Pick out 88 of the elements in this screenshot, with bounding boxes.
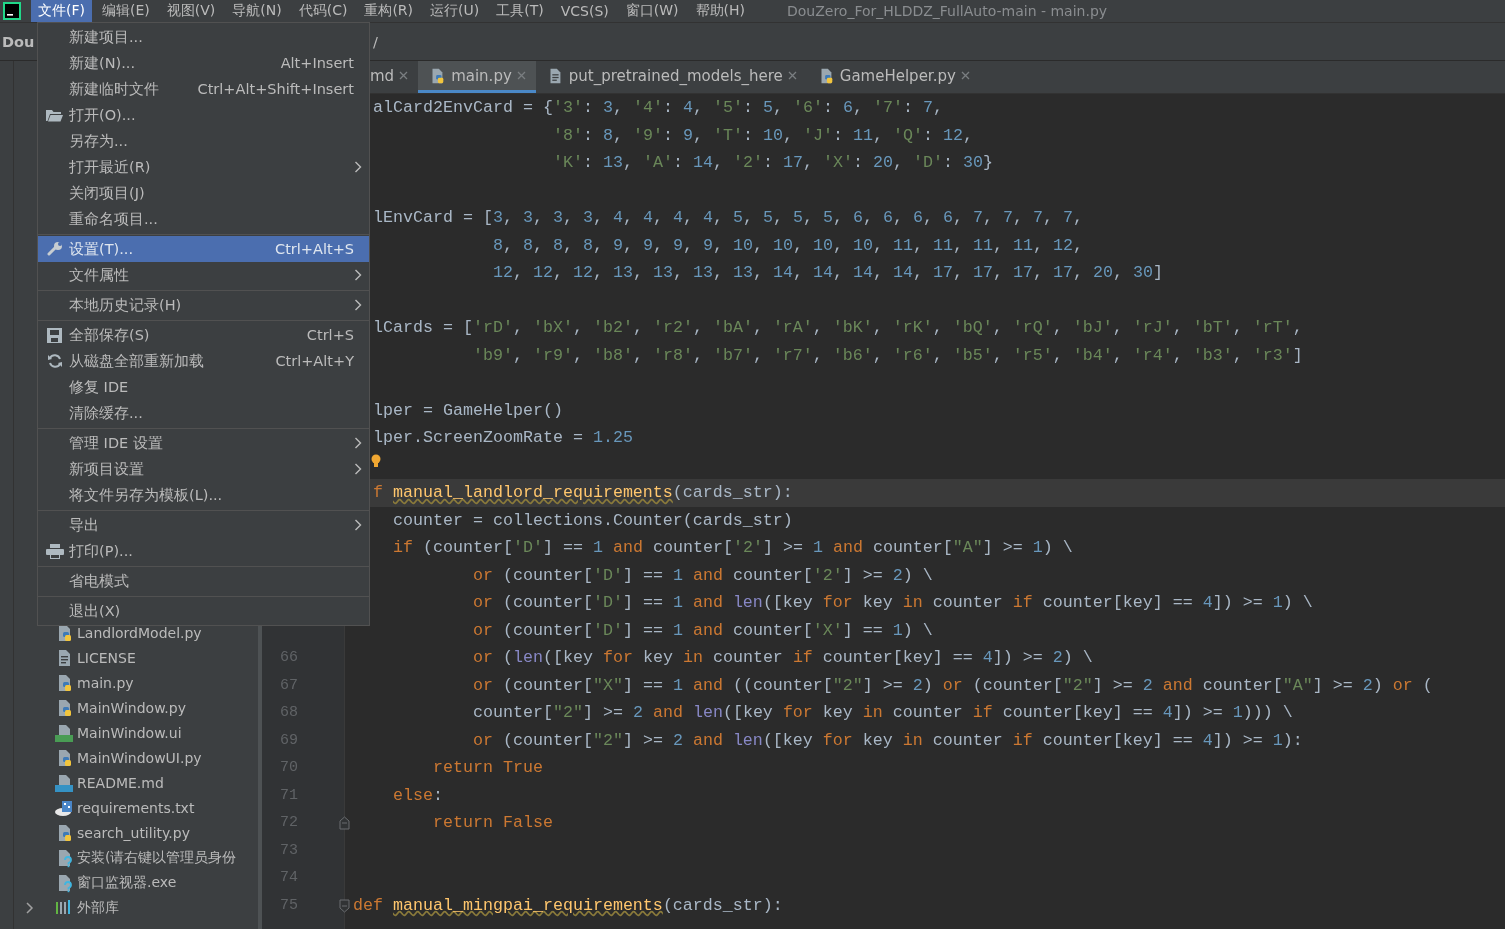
menu-bar-item[interactable]: 视图(V): [159, 0, 223, 22]
menu-bar-item[interactable]: 文件(F): [31, 0, 92, 22]
menu-item[interactable]: 另存为...: [38, 128, 369, 154]
menu-bar-item[interactable]: 代码(C): [291, 0, 355, 22]
tree-item[interactable]: 窗口监视器.exe: [14, 870, 258, 895]
code-line: lper = GameHelper(): [372, 400, 563, 420]
code-line: or (len([key for key in counter if counter[key] == 4]) >= 2) \: [471, 648, 1093, 668]
tree-item[interactable]: 外部库: [14, 895, 258, 920]
menu-item[interactable]: 打印(P)...: [38, 538, 369, 564]
close-icon[interactable]: [399, 71, 409, 80]
menu-item[interactable]: 设置(T)... Ctrl+Alt+S: [38, 236, 369, 262]
tree-item[interactable]: MainWindow.py: [14, 695, 258, 720]
menu-bar-item[interactable]: 导航(N): [225, 0, 289, 22]
code-line: else:: [391, 785, 443, 805]
menu-bar-item[interactable]: 帮助(H): [688, 0, 752, 22]
close-icon[interactable]: [960, 71, 970, 80]
code-line: return True: [431, 758, 543, 778]
code-line: lCards = ['rD', 'bX', 'b2', 'r2', 'bA', 'rA', 'bK', 'rK', 'bQ', 'rQ', 'bJ', 'rJ', 'bT', 'rT',: [372, 318, 1303, 338]
code-line: or (counter["X"] == 1 and ((counter["2"] >= 2) or (counter["2"] >= 2 and counter["A"] >= 2) or (: [471, 675, 1433, 695]
window-title: DouZero_For_HLDDZ_FullAuto-main - main.py: [787, 3, 1108, 19]
menu-bar-item[interactable]: 重构(R): [357, 0, 421, 22]
breadcrumb-item[interactable]: /: [373, 33, 378, 50]
editor-tab[interactable]: put_pretrained_models_here: [535, 61, 807, 93]
code-line: 'b9', 'r9', 'b8', 'r8', 'b7', 'r7', 'b6', 'r6', 'b5', 'r5', 'b4', 'r4', 'b3', 'r3']: [471, 345, 1303, 365]
code-line: if (counter['D'] == 1 and counter['2'] >= 1 and counter["A"] >= 1) \: [391, 538, 1073, 558]
tree-item[interactable]: LICENSE: [14, 645, 258, 670]
tree-item[interactable]: search_utility.py: [14, 820, 258, 845]
code-line: '8': 8, '9': 9, 'T': 10, 'J': 11, 'Q': 12,: [551, 125, 973, 145]
code-line: or (counter['D'] == 1 and counter['X'] == 1) \: [471, 620, 933, 640]
refresh-icon: [46, 353, 63, 369]
menu-bar-item[interactable]: 工具(T): [489, 0, 551, 22]
lightbulb-icon[interactable]: [371, 453, 381, 468]
wrench-icon: [46, 241, 63, 257]
code-line: or (counter['D'] == 1 and counter['2'] >= 2) \: [471, 565, 933, 585]
folder-icon: [46, 108, 63, 122]
app-logo-icon: [3, 2, 21, 20]
editor-tab[interactable]: GameHelper.py: [806, 61, 980, 93]
code-line: def manual_mingpai_requirements(cards_str):: [353, 895, 783, 915]
menu-item[interactable]: 从磁盘全部重新加载 Ctrl+Alt+Y: [38, 348, 369, 374]
menu-bar-item[interactable]: 窗口(W): [618, 0, 686, 22]
menu-item[interactable]: 打开(O)...: [38, 102, 369, 128]
code-line: alCard2EnvCard = {'3': 3, '4': 4, '5': 5, '6': 6, '7': 7,: [372, 98, 943, 118]
menu-item[interactable]: 修复 IDE: [38, 374, 369, 400]
menu-item[interactable]: 关闭项目(J): [38, 180, 369, 206]
tree-item[interactable]: requirements.txt: [14, 795, 258, 820]
tree-item[interactable]: 安装(请右键以管理员身份: [14, 845, 258, 870]
close-icon[interactable]: [516, 71, 526, 80]
fold-marker-icon[interactable]: [339, 816, 350, 830]
menu-bar-item[interactable]: 运行(U): [423, 0, 487, 22]
markdown-file-icon: [54, 772, 74, 793]
menu-item[interactable]: 新建项目...: [38, 24, 369, 50]
tree-item[interactable]: MainWindowUI.py: [14, 745, 258, 770]
menu-bar-item[interactable]: 编辑(E): [95, 0, 157, 22]
menu-item[interactable]: 本地历史记录(H): [38, 292, 369, 318]
code-line: f manual_landlord_requirements(cards_str):: [372, 483, 793, 503]
chevron-right-icon[interactable]: [24, 901, 34, 914]
code-line: counter = collections.Counter(cards_str): [391, 510, 793, 530]
menu-bar-item[interactable]: VCS(S): [553, 0, 616, 22]
code-line: or (counter['D'] == 1 and len([key for key in counter if counter[key] == 4]) >= 1) \: [471, 593, 1313, 613]
menu-item[interactable]: 省电模式: [38, 568, 369, 594]
editor-tab[interactable]: main.py: [418, 61, 536, 93]
save-icon: [47, 327, 62, 343]
menu-item[interactable]: 重命名项目...: [38, 206, 369, 232]
code-line: 'K': 13, 'A': 14, '2': 17, 'X': 20, 'D': 30}: [551, 153, 993, 173]
menu-item[interactable]: 退出(X): [38, 598, 369, 624]
menu-item[interactable]: 清除缓存...: [38, 400, 369, 426]
code-line: 8, 8, 8, 8, 9, 9, 9, 9, 10, 10, 10, 10, 11, 11, 11, 11, 12,: [491, 235, 1083, 255]
menu-item[interactable]: 管理 IDE 设置: [38, 430, 369, 456]
menu-item[interactable]: 将文件另存为模板(L)...: [38, 482, 369, 508]
menu-item[interactable]: 文件属性: [38, 262, 369, 288]
fold-marker-icon[interactable]: [339, 898, 350, 913]
code-line: return False: [431, 813, 553, 833]
tree-item[interactable]: MainWindow.ui: [14, 720, 258, 745]
menu-item[interactable]: 打开最近(R): [38, 154, 369, 180]
printer-icon: [45, 543, 64, 559]
breadcrumb-item[interactable]: Dou: [2, 33, 38, 50]
code-line: 12, 12, 12, 13, 13, 13, 13, 14, 14, 14, 14, 17, 17, 17, 17, 20, 30]: [491, 263, 1163, 283]
code-line: or (counter["2"] >= 2 and len([key for key in counter if counter[key] == 4]) >= 1):: [471, 730, 1303, 750]
code-line: lper.ScreenZoomRate = 1.25: [372, 428, 633, 448]
ui-file-icon: [54, 722, 74, 743]
menu-item[interactable]: 导出: [38, 512, 369, 538]
close-icon[interactable]: [787, 71, 797, 80]
code-line: counter["2"] >= 2 and len([key for key in counter if counter[key] == 4]) >= 1))) \: [471, 703, 1293, 723]
menu-item[interactable]: 全部保存(S) Ctrl+S: [38, 322, 369, 348]
tree-item[interactable]: main.py: [14, 670, 258, 695]
code-line: lEnvCard = [3, 3, 3, 3, 4, 4, 4, 4, 5, 5, 5, 5, 6, 6, 6, 6, 7, 7, 7, 7,: [372, 208, 1083, 228]
tree-item[interactable]: README.md: [14, 770, 258, 795]
menu-item[interactable]: 新项目设置: [38, 456, 369, 482]
